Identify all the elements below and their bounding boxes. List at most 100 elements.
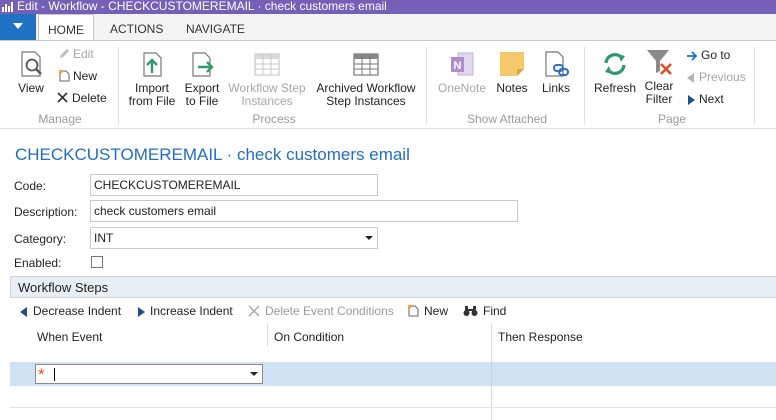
sticky-note-icon <box>500 52 524 76</box>
code-field[interactable]: CHECKCUSTOMEREMAIL <box>90 174 378 196</box>
enabled-checkbox[interactable] <box>91 256 103 268</box>
refresh-icon <box>604 53 626 75</box>
code-label: Code: <box>14 179 47 193</box>
new-step-button[interactable]: New <box>407 304 448 318</box>
onenote-button[interactable]: N OneNote <box>436 49 488 95</box>
enabled-label: Enabled: <box>14 256 62 270</box>
previous-button[interactable]: Previous <box>686 70 746 84</box>
increase-indent-label: Increase Indent <box>150 304 233 318</box>
archived-step-instances-button[interactable]: Archived Workflow Step Instances <box>312 49 420 108</box>
column-divider <box>491 362 492 386</box>
new-step-label: New <box>424 304 449 318</box>
chevron-down-icon <box>13 23 23 29</box>
notes-button[interactable]: Notes <box>494 49 530 95</box>
magnifier-page-icon <box>21 51 42 77</box>
category-label: Category: <box>14 232 67 246</box>
import-label-2: from File <box>128 94 176 108</box>
column-header-when-event[interactable]: When Event <box>37 330 102 344</box>
delete-event-conditions-button[interactable]: Delete Event Conditions <box>248 304 394 318</box>
previous-label: Previous <box>699 70 746 84</box>
find-label: Find <box>483 304 507 318</box>
edit-button[interactable]: Edit <box>58 47 94 61</box>
refresh-button[interactable]: Refresh <box>592 49 638 95</box>
ribbon-separator <box>584 47 585 125</box>
tab-actions[interactable]: ACTIONS <box>110 14 163 40</box>
delete-label: Delete <box>72 91 107 105</box>
export-label-2: to File <box>185 94 219 108</box>
binoculars-icon <box>463 306 478 316</box>
find-button[interactable]: Find <box>463 304 506 318</box>
ribbon-tab-row: HOME ACTIONS NAVIGATE <box>0 14 776 41</box>
when-event-select[interactable]: * <box>35 364 263 384</box>
workflow-steps-title: Workflow Steps <box>18 280 109 295</box>
new-label: New <box>73 69 98 83</box>
tab-navigate[interactable]: NAVIGATE <box>186 14 245 40</box>
page-title: CHECKCUSTOMEREMAIL · check customers ema… <box>15 145 410 164</box>
export-label-1: Export <box>184 81 220 95</box>
export-icon <box>192 52 214 77</box>
clear-filter-icon <box>647 50 672 75</box>
window-title-bar: Edit - Workflow - CHECKCUSTOMEREMAIL · c… <box>0 0 776 14</box>
decrease-indent-label: Decrease Indent <box>33 304 122 318</box>
row-divider <box>10 407 776 408</box>
view-button[interactable]: View <box>12 49 50 95</box>
step-instances-label-2: Instances <box>241 94 293 108</box>
pencil-icon <box>60 49 69 58</box>
onenote-icon: N <box>451 52 474 76</box>
new-document-icon <box>407 304 419 317</box>
group-label-process: Process <box>252 112 296 126</box>
step-instances-label-1: Workflow Step <box>228 81 306 95</box>
window-title: Edit - Workflow - CHECKCUSTOMEREMAIL · c… <box>17 0 387 13</box>
import-from-file-button[interactable]: Import from File <box>128 49 176 108</box>
column-header-then-response[interactable]: Then Response <box>498 330 583 344</box>
view-label: View <box>18 81 44 95</box>
arrow-right-icon <box>687 51 698 61</box>
new-row-marker: * <box>38 365 45 384</box>
delete-x-icon <box>248 305 260 317</box>
archived-label-2: Step Instances <box>326 94 406 108</box>
ribbon-separator <box>118 47 119 125</box>
grid-header: When Event On Condition Then Response <box>10 324 776 362</box>
links-label: Links <box>541 81 570 95</box>
clear-filter-button[interactable]: Clear Filter <box>640 47 678 106</box>
edit-label: Edit <box>73 47 94 61</box>
group-label-page: Page <box>657 112 687 126</box>
ribbon-separator <box>426 47 427 125</box>
go-to-button[interactable]: Go to <box>686 48 730 62</box>
workflow-steps-header[interactable]: Workflow Steps <box>10 276 776 298</box>
export-to-file-button[interactable]: Export to File <box>181 49 223 108</box>
column-header-on-condition[interactable]: On Condition <box>274 330 344 344</box>
application-menu-button[interactable] <box>0 14 36 40</box>
refresh-label: Refresh <box>593 81 637 95</box>
tab-home[interactable]: HOME <box>38 14 94 41</box>
category-select[interactable]: INT <box>90 227 378 249</box>
table-grid-icon <box>254 53 280 76</box>
next-label: Next <box>699 92 724 106</box>
triangle-right-icon <box>138 307 145 317</box>
next-button[interactable]: Next <box>686 92 724 106</box>
text-caret <box>54 368 55 381</box>
onenote-label: OneNote <box>437 81 487 95</box>
workflow-steps-toolbar: Decrease Indent Increase Indent Delete E… <box>10 298 776 324</box>
new-document-icon <box>58 69 70 82</box>
decrease-indent-button[interactable]: Decrease Indent <box>20 304 121 318</box>
triangle-left-icon <box>20 307 27 317</box>
table-grid-icon <box>353 53 379 76</box>
clear-filter-label-2: Filter <box>645 92 673 106</box>
workflow-step-instances-button[interactable]: Workflow Step Instances <box>226 49 308 108</box>
triangle-left-icon <box>687 73 694 83</box>
new-button[interactable]: New <box>58 69 97 83</box>
group-label-manage: Manage <box>38 112 82 126</box>
triangle-right-icon <box>688 95 695 105</box>
go-to-label: Go to <box>701 48 731 62</box>
archived-label-1: Archived Workflow <box>316 81 416 95</box>
delete-button[interactable]: Delete <box>56 91 107 105</box>
delete-event-conditions-label: Delete Event Conditions <box>265 304 394 318</box>
ribbon: View Edit New Delete Manage Import from … <box>0 40 776 129</box>
increase-indent-button[interactable]: Increase Indent <box>137 304 233 318</box>
link-document-icon <box>545 51 569 77</box>
delete-x-icon <box>57 92 68 103</box>
category-value: INT <box>94 231 114 245</box>
description-field[interactable]: check customers email <box>90 200 518 222</box>
links-button[interactable]: Links <box>538 49 574 95</box>
